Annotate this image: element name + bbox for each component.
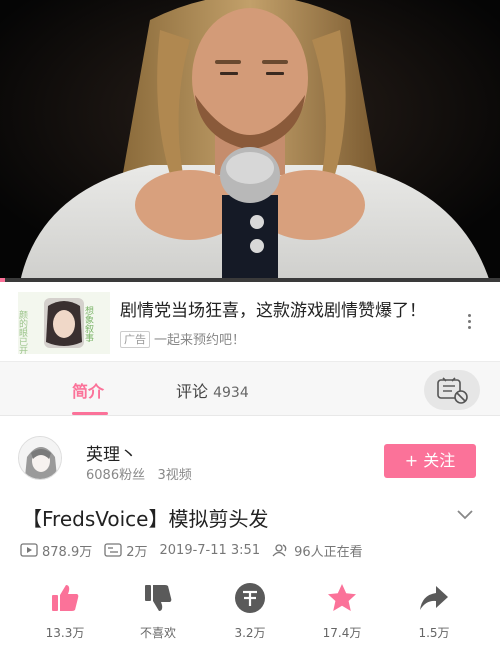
danmaku-toggle-button[interactable]: [424, 370, 480, 410]
ad-banner[interactable]: 颜的眼已开启 想象叙事 剧情党当场狂喜，这款游戏剧情赞爆了！ 广告 一起来预约吧…: [0, 284, 500, 362]
follow-button[interactable]: + 关注: [384, 444, 476, 478]
coin-icon: [234, 582, 266, 614]
favorite-button[interactable]: 17.4万: [302, 582, 382, 641]
uploader-fans: 6086粉丝: [86, 468, 146, 483]
video-progress-bar[interactable]: [0, 278, 500, 282]
tab-active-indicator: [72, 412, 108, 415]
uploader-videos: 3视频: [157, 468, 192, 483]
video-frame: [0, 0, 500, 282]
watching-count: 96人正在看: [294, 544, 363, 560]
thumbs-down-icon: [142, 582, 174, 614]
play-count-icon: [20, 543, 38, 557]
chevron-down-icon[interactable]: [456, 507, 474, 521]
ad-thumb-text-right: 想象叙事: [83, 305, 94, 342]
uploader-stats: 6086粉丝 3视频: [86, 464, 192, 483]
uploader-name[interactable]: 英理丶: [86, 440, 137, 465]
favorite-count: 17.4万: [322, 626, 362, 640]
danmaku-count-icon: [104, 543, 122, 557]
ad-title[interactable]: 剧情党当场狂喜，这款游戏剧情赞爆了！: [120, 296, 426, 321]
avatar[interactable]: [18, 436, 62, 480]
more-options-icon[interactable]: [462, 312, 476, 334]
like-count: 13.3万: [45, 626, 85, 640]
publish-datetime: 2019-7-11 3:51: [159, 542, 261, 558]
danmaku-off-icon: [437, 377, 468, 404]
like-button[interactable]: 13.3万: [25, 582, 105, 641]
viewers-icon: [272, 543, 290, 557]
video-player[interactable]: [0, 0, 500, 282]
share-icon: [418, 582, 450, 614]
video-meta: 878.9万 2万 2019-7-11 3:51 96人正在看: [20, 540, 363, 560]
thumbs-up-icon: [49, 582, 81, 614]
video-progress-fill: [0, 278, 5, 282]
danmaku-count: 2万: [126, 544, 148, 560]
ad-subtitle: 一起来预约吧！: [154, 333, 246, 348]
share-button[interactable]: 1.5万: [394, 582, 474, 641]
dislike-label: 不喜欢: [139, 626, 176, 640]
tab-intro[interactable]: 简介: [72, 378, 104, 402]
view-count: 878.9万: [42, 544, 93, 560]
ad-badge: 广告: [120, 331, 150, 348]
star-icon: [326, 582, 358, 614]
coin-button[interactable]: 3.2万: [210, 582, 290, 641]
tab-comments-label: 评论: [176, 382, 209, 401]
share-count: 1.5万: [418, 626, 450, 640]
ad-thumb-text-left: 颜的眼已开启: [18, 309, 28, 354]
tab-comments[interactable]: 评论 4934: [176, 378, 249, 402]
tab-comments-count: 4934: [213, 385, 249, 401]
dislike-button[interactable]: 不喜欢: [118, 582, 198, 641]
coin-count: 3.2万: [234, 626, 266, 640]
video-title: 【FredsVoice】模拟剪头发: [22, 507, 269, 531]
ad-thumbnail: 颜的眼已开启 想象叙事: [18, 292, 110, 354]
